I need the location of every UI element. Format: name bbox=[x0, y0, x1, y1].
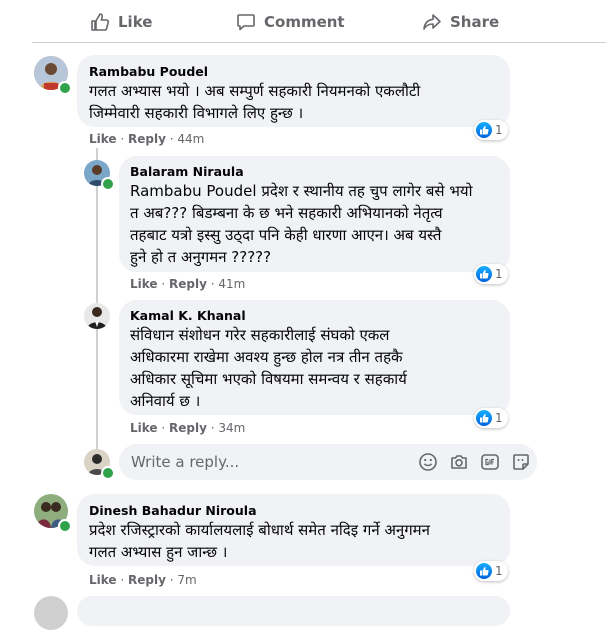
comment-line: अधिकार सूचिमा भएको विषयमा समन्वय र सहकार… bbox=[130, 370, 407, 388]
like-link[interactable]: Like bbox=[130, 277, 158, 291]
reaction-count-badge[interactable]: 1 bbox=[474, 408, 508, 428]
comment-author[interactable]: Kamal K. Khanal bbox=[130, 308, 246, 323]
thumbs-up-icon bbox=[90, 12, 110, 32]
like-action-label: Like bbox=[118, 13, 153, 31]
comment-text: गलत अभ्यास भयो । अब सम्पुर्ण सहकारी नियम… bbox=[89, 80, 504, 124]
gif-icon[interactable] bbox=[480, 452, 500, 476]
comment-line: त अब??? बिडम्बना के छ भने सहकारी अभियानक… bbox=[130, 204, 443, 222]
comment-line: अनिवार्य छ । bbox=[130, 392, 201, 410]
avatar[interactable] bbox=[34, 596, 68, 630]
like-link[interactable]: Like bbox=[130, 421, 158, 435]
sticker-icon[interactable] bbox=[511, 452, 531, 476]
comment-text: प्रदेश रजिस्ट्रारको कार्यालयलाई बोधार्थ … bbox=[89, 519, 504, 563]
comment-meta: Like · Reply · 34m bbox=[130, 421, 246, 435]
avatar[interactable] bbox=[84, 303, 110, 329]
share-arrow-icon bbox=[422, 12, 442, 32]
online-status-dot bbox=[101, 177, 115, 191]
comment-text: संविधान संशोधन गरेर सहकारीलाई संघको एकल … bbox=[130, 324, 505, 412]
reaction-count: 1 bbox=[495, 411, 503, 425]
comment-meta: Like · Reply · 7m bbox=[89, 573, 197, 587]
reaction-count: 1 bbox=[495, 267, 503, 281]
emoji-icon[interactable] bbox=[418, 452, 438, 476]
comment-bubble: Dinesh Bahadur Niroula प्रदेश रजिस्ट्रार… bbox=[77, 494, 510, 566]
thread-connector-line bbox=[96, 148, 98, 449]
reply-link[interactable]: Reply bbox=[169, 421, 207, 435]
timestamp[interactable]: 44m bbox=[177, 132, 204, 146]
reply-input[interactable]: Write a reply... bbox=[119, 444, 537, 480]
reply-link[interactable]: Reply bbox=[128, 132, 166, 146]
timestamp[interactable]: 41m bbox=[218, 277, 245, 291]
speech-bubble-icon bbox=[236, 12, 256, 32]
reaction-count-badge[interactable]: 1 bbox=[474, 120, 508, 140]
comment-bubble: Rambabu Poudel गलत अभ्यास भयो । अब सम्पु… bbox=[77, 55, 510, 127]
reaction-count-badge[interactable]: 1 bbox=[474, 561, 508, 581]
like-link[interactable]: Like bbox=[89, 573, 117, 587]
timestamp[interactable]: 34m bbox=[218, 421, 245, 435]
online-status-dot bbox=[58, 519, 72, 533]
comment-line: अधिकारमा राखेमा अवश्य हुन्छ होल नत्र तीन… bbox=[130, 348, 403, 366]
action-bar-divider bbox=[32, 42, 606, 43]
like-reaction-icon bbox=[476, 563, 492, 579]
comment-bubble: Kamal K. Khanal संविधान संशोधन गरेर सहका… bbox=[119, 300, 510, 415]
comment-author[interactable]: Dinesh Bahadur Niroula bbox=[89, 503, 257, 518]
reply-link[interactable]: Reply bbox=[169, 277, 207, 291]
comment-action-button[interactable]: Comment bbox=[236, 10, 345, 34]
like-link[interactable]: Like bbox=[89, 132, 117, 146]
comment-line: हुने हो त अनुगमन ????? bbox=[130, 248, 272, 266]
comment-meta: Like · Reply · 44m bbox=[89, 132, 205, 146]
comment-bubble bbox=[77, 596, 510, 626]
like-reaction-icon bbox=[476, 410, 492, 426]
timestamp[interactable]: 7m bbox=[177, 573, 196, 587]
comment-line: गलत अभ्यास भयो । अब सम्पुर्ण सहकारी नियम… bbox=[89, 82, 421, 100]
comment-meta: Like · Reply · 41m bbox=[130, 277, 246, 291]
comment-bubble: Balaram Niraula Rambabu Poudel प्रदेश र … bbox=[119, 156, 510, 272]
mention-link[interactable]: Rambabu Poudel bbox=[130, 182, 257, 200]
online-status-dot bbox=[58, 81, 72, 95]
share-action-button[interactable]: Share bbox=[422, 10, 499, 34]
reply-link[interactable]: Reply bbox=[128, 573, 166, 587]
comment-line: प्रदेश रजिस्ट्रारको कार्यालयलाई बोधार्थ … bbox=[89, 521, 430, 539]
comment-line: जिम्मेवारी सहकारी विभागले लिए हुन्छ । bbox=[89, 104, 304, 122]
share-action-label: Share bbox=[450, 13, 500, 31]
reaction-count: 1 bbox=[495, 123, 503, 137]
comment-author[interactable]: Rambabu Poudel bbox=[89, 64, 208, 79]
camera-icon[interactable] bbox=[449, 452, 469, 476]
like-reaction-icon bbox=[476, 122, 492, 138]
comment-action-label: Comment bbox=[264, 13, 345, 31]
reply-placeholder: Write a reply... bbox=[131, 453, 240, 471]
comment-line: तहबाट यत्रो इस्सु उठ्दा पनि केही धारणा आ… bbox=[130, 226, 442, 244]
comment-line: गलत अभ्यास हुन जान्छ । bbox=[89, 543, 228, 561]
like-action-button[interactable]: Like bbox=[90, 10, 152, 34]
like-reaction-icon bbox=[476, 266, 492, 282]
comment-line: Rambabu Poudel प्रदेश र स्थानीय तह चुप ल… bbox=[130, 182, 473, 200]
online-status-dot bbox=[101, 466, 115, 480]
comment-line: संविधान संशोधन गरेर सहकारीलाई संघको एकल bbox=[130, 326, 390, 344]
reaction-count: 1 bbox=[495, 564, 503, 578]
comment-author[interactable]: Balaram Niraula bbox=[130, 164, 244, 179]
reaction-count-badge[interactable]: 1 bbox=[474, 264, 508, 284]
comment-text: Rambabu Poudel प्रदेश र स्थानीय तह चुप ल… bbox=[130, 180, 505, 268]
